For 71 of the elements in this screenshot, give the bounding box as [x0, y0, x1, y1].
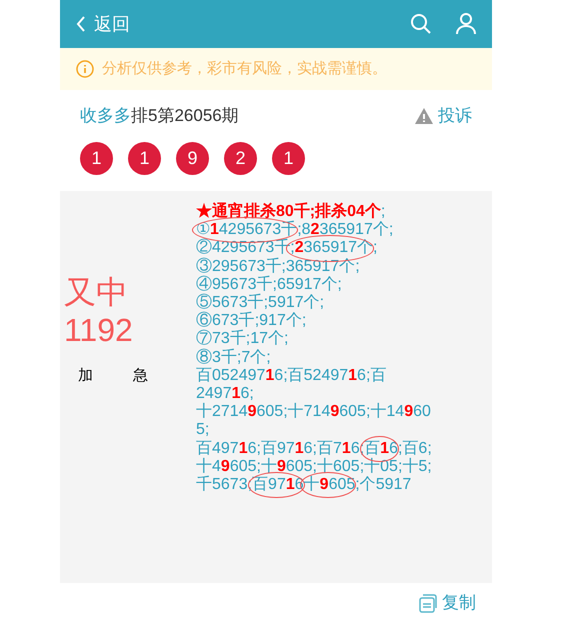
hit-digit: 2 [310, 221, 320, 240]
prediction-text: 百497 [196, 440, 239, 458]
plan-title: ★通宵排杀80千;排杀04个 [196, 203, 381, 220]
hit-digit: 9 [276, 458, 286, 476]
prediction-text: 6;百7 [304, 440, 342, 458]
copy-icon [418, 593, 438, 613]
tag-label: 加 [78, 366, 93, 386]
prediction-text: ⑥673千;917个; [196, 312, 306, 330]
prediction-text: 605;十14 [339, 403, 404, 422]
prediction-text: 6;百97 [248, 440, 295, 458]
prediction-text: ; [290, 239, 295, 256]
prediction-text: 十4 [196, 458, 221, 476]
prediction-text: 百97 [252, 476, 286, 494]
prediction-text: 60 [413, 403, 431, 422]
prediction-text: 605;十 [230, 458, 277, 476]
copy-button[interactable]: 复制 [418, 593, 476, 613]
author-link[interactable]: 收多多 [80, 103, 131, 129]
prediction-text: 605 [328, 476, 356, 494]
report-button[interactable]: 投诉 [414, 103, 472, 129]
prediction-text: 6 [389, 440, 398, 457]
back-icon [76, 15, 86, 33]
prediction-text: 十 [304, 476, 320, 494]
prediction-text: ⑤5673千;5917个; [196, 294, 324, 312]
prediction-text: 6;百 [357, 366, 386, 386]
prediction-text: ; [380, 203, 386, 221]
prediction-text: 2497 [196, 385, 232, 402]
hit-digit: 9 [320, 476, 329, 494]
prediction-text: 百 [364, 440, 380, 457]
prediction-text: 605;十605;十05;十5; [286, 458, 432, 476]
prediction-text: 365917个 [304, 239, 374, 256]
prediction-text: 5; [196, 421, 210, 440]
prediction-text: 百052497 [196, 366, 266, 386]
prediction-text: ③295673千;365917个; [196, 258, 360, 276]
prediction-text: ;8 [297, 221, 311, 240]
hit-digit: 1 [286, 476, 295, 494]
prediction-text: ① [196, 221, 210, 238]
prediction-text: ⑧3千;7个; [196, 348, 271, 367]
hit-digit: 9 [330, 403, 340, 422]
prediction-text: 6;百52497 [274, 366, 348, 386]
hit-digit: 9 [404, 403, 414, 422]
back-button[interactable]: 返回 [76, 10, 130, 38]
prediction-text: ;个5917 [355, 476, 412, 494]
hit-digit: 1 [348, 366, 358, 386]
hit-digit: 1 [210, 221, 219, 238]
info-icon [76, 60, 94, 78]
hit-digit: 1 [232, 385, 240, 404]
tag-label: 急 [133, 366, 148, 386]
prediction-text: 4295673千 [218, 221, 298, 238]
issue-title: 排5第26056期 [131, 105, 239, 128]
notice-text: 分析仅供参考，彩市有风险，实战需谨慎。 [102, 58, 387, 79]
prediction-text: 365917个; [319, 221, 394, 239]
prediction-text: ; [373, 239, 378, 258]
hit-digit: 9 [220, 458, 230, 476]
prediction-text: ⑦73千;17个; [196, 330, 288, 348]
user-icon[interactable] [456, 13, 476, 35]
hit-digit: 1 [380, 440, 390, 457]
prediction-text: 十2714 [196, 403, 248, 422]
result-status: 又中 [63, 273, 129, 311]
hit-digit: 9 [248, 403, 256, 422]
prediction-text: 605;十714 [256, 403, 330, 422]
hit-digit: 1 [342, 440, 351, 458]
hit-digit: 1 [265, 366, 274, 386]
prediction-text: ④95673千;65917个; [196, 276, 342, 294]
warning-icon [414, 107, 434, 125]
result-score: 1192 [63, 311, 134, 349]
hit-digit: 1 [294, 440, 304, 458]
prediction-text: 6; [240, 385, 254, 404]
search-icon[interactable] [410, 13, 432, 35]
hit-digit: 1 [238, 440, 248, 458]
prediction-text: ;百6; [398, 440, 432, 458]
hit-digit: 2 [294, 239, 304, 256]
